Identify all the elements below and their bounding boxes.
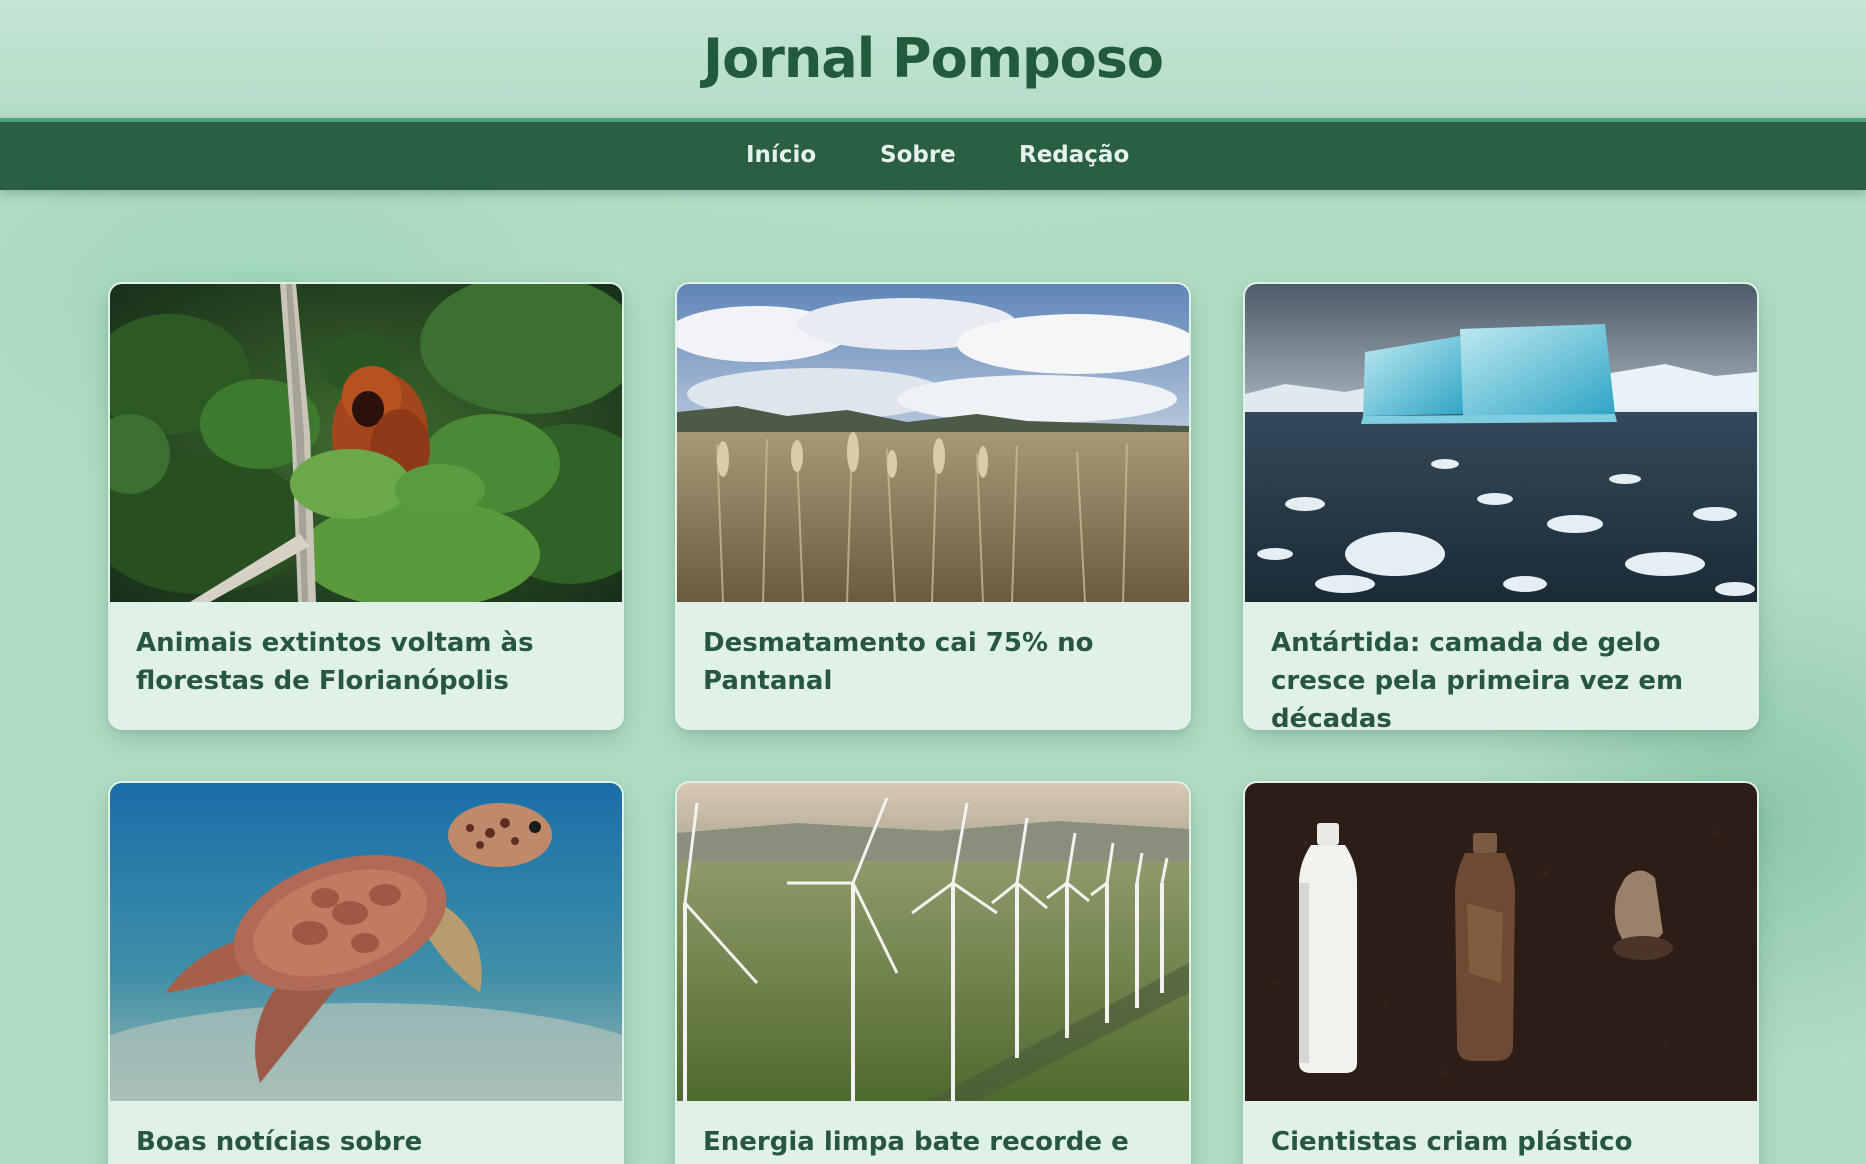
nav-item-inicio[interactable]: Início xyxy=(746,140,816,170)
howler-monkey-forest-photo[interactable] xyxy=(110,284,622,602)
main-nav: Início Sobre Redação xyxy=(0,118,1866,190)
article-title[interactable]: Antártida: camada de gelo cresce pela pr… xyxy=(1271,624,1711,730)
article-title[interactable]: Energia limpa bate recorde e xyxy=(703,1123,1143,1161)
article-card[interactable]: Cientistas criam plástico reciclável xyxy=(1243,781,1759,1164)
biodegradable-bottle-photo[interactable] xyxy=(1245,783,1757,1101)
nav-item-redacao[interactable]: Redação xyxy=(1019,140,1129,170)
article-card[interactable]: Animais extintos voltam às florestas de … xyxy=(108,282,624,730)
article-card[interactable]: Antártida: camada de gelo cresce pela pr… xyxy=(1243,282,1759,730)
article-card[interactable]: Energia limpa bate recorde e xyxy=(675,781,1191,1164)
article-title[interactable]: Desmatamento cai 75% no Pantanal xyxy=(703,624,1143,700)
site-title[interactable]: Jornal Pomposo xyxy=(0,24,1866,94)
article-card[interactable]: Boas notícias sobre preservação de xyxy=(108,781,624,1164)
article-title[interactable]: Animais extintos voltam às florestas de … xyxy=(136,624,576,700)
pantanal-grassland-photo[interactable] xyxy=(677,284,1189,602)
article-title[interactable]: Boas notícias sobre preservação de xyxy=(136,1123,576,1164)
sea-turtle-photo[interactable] xyxy=(110,783,622,1101)
nav-item-sobre[interactable]: Sobre xyxy=(880,140,956,170)
antarctic-iceberg-photo[interactable] xyxy=(1245,284,1757,602)
article-card[interactable]: Desmatamento cai 75% no Pantanal xyxy=(675,282,1191,730)
article-title[interactable]: Cientistas criam plástico reciclável xyxy=(1271,1123,1711,1164)
site-header: Jornal Pomposo xyxy=(0,0,1866,118)
wind-farm-photo[interactable] xyxy=(677,783,1189,1101)
